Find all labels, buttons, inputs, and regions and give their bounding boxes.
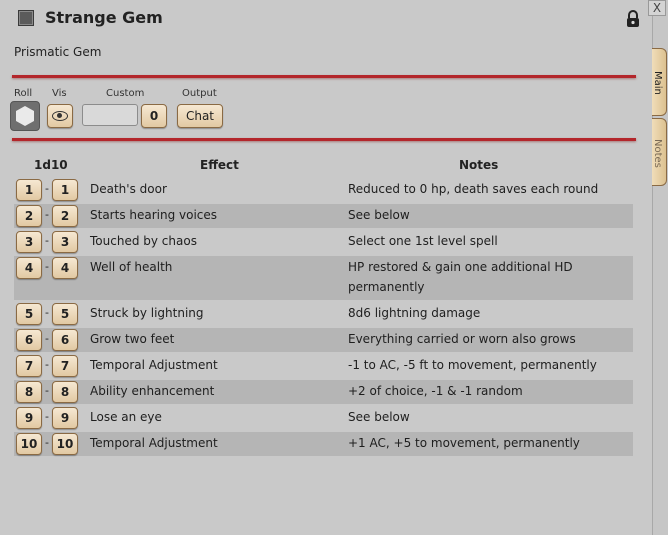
record-window: Strange Gem Prismatic Gem Roll Vis Custo… xyxy=(0,0,666,535)
roll-dice-button[interactable] xyxy=(10,101,40,131)
output-chat-button[interactable]: Chat xyxy=(177,104,223,128)
range-to-field[interactable]: 1 xyxy=(52,179,78,201)
notes-cell[interactable]: See below xyxy=(348,407,618,427)
notes-cell[interactable]: Select one 1st level spell xyxy=(348,231,618,251)
custom-label: Custom xyxy=(106,88,145,99)
table-row: 4-4 Well of health HP restored & gain one … xyxy=(14,256,633,300)
effect-cell[interactable]: Starts hearing voices xyxy=(90,208,217,222)
tab-notes-label: Notes xyxy=(652,139,663,168)
notes-cell[interactable]: -1 to AC, -5 ft to movement, permanently xyxy=(348,355,618,375)
dice-hexagon-icon xyxy=(16,106,34,126)
effect-cell[interactable]: Touched by chaos xyxy=(90,234,197,248)
divider-bottom xyxy=(12,138,636,141)
table-row: 6-6 Grow two feet Everything carried or wo… xyxy=(14,328,633,352)
notes-cell[interactable]: Everything carried or worn also grows xyxy=(348,329,618,349)
range-to-field[interactable]: 8 xyxy=(52,381,78,403)
notes-cell[interactable]: +1 AC, +5 to movement, permanently xyxy=(348,433,618,453)
range-from-field[interactable]: 10 xyxy=(16,433,42,455)
window-title: Strange Gem xyxy=(45,8,163,27)
tab-notes[interactable]: Notes xyxy=(652,118,667,186)
header-effect: Effect xyxy=(200,158,239,172)
range-from-field[interactable]: 9 xyxy=(16,407,42,429)
roll-label: Roll xyxy=(14,88,33,99)
notes-cell[interactable]: See below xyxy=(348,205,618,225)
range-from-field[interactable]: 7 xyxy=(16,355,42,377)
range-dash: - xyxy=(45,384,49,397)
table-row: 7-7 Temporal Adjustment -1 to AC, -5 ft to… xyxy=(14,354,633,378)
notes-cell[interactable]: +2 of choice, -1 & -1 random xyxy=(348,381,618,401)
range-dash: - xyxy=(45,260,49,273)
notes-cell[interactable]: 8d6 lightning damage xyxy=(348,303,618,323)
effect-cell[interactable]: Struck by lightning xyxy=(90,306,204,320)
range-to-field[interactable]: 9 xyxy=(52,407,78,429)
tab-main[interactable]: Main xyxy=(652,48,667,116)
notes-cell[interactable]: Reduced to 0 hp, death saves each round xyxy=(348,179,618,199)
range-dash: - xyxy=(45,436,49,449)
range-from-field[interactable]: 8 xyxy=(16,381,42,403)
record-name[interactable]: Prismatic Gem xyxy=(14,45,101,59)
range-from-field[interactable]: 4 xyxy=(16,257,42,279)
notes-cell[interactable]: HP restored & gain one additional HD per… xyxy=(348,257,618,297)
table-row: 9-9 Lose an eye See below xyxy=(14,406,633,430)
range-from-field[interactable]: 1 xyxy=(16,179,42,201)
effect-cell[interactable]: Temporal Adjustment xyxy=(90,358,218,372)
effect-cell[interactable]: Temporal Adjustment xyxy=(90,436,218,450)
range-dash: - xyxy=(45,208,49,221)
range-from-field[interactable]: 2 xyxy=(16,205,42,227)
effect-cell[interactable]: Grow two feet xyxy=(90,332,174,346)
range-dash: - xyxy=(45,410,49,423)
divider-top xyxy=(12,75,636,78)
window-menu-icon[interactable] xyxy=(18,10,34,26)
range-dash: - xyxy=(45,332,49,345)
custom-dice-field[interactable] xyxy=(82,104,138,126)
range-to-field[interactable]: 7 xyxy=(52,355,78,377)
table-row: 8-8 Ability enhancement +2 of choice, -1 &… xyxy=(14,380,633,404)
header-notes: Notes xyxy=(459,158,499,172)
range-to-field[interactable]: 6 xyxy=(52,329,78,351)
output-label: Output xyxy=(182,88,217,99)
vis-label: Vis xyxy=(52,88,67,99)
range-dash: - xyxy=(45,234,49,247)
effect-cell[interactable]: Ability enhancement xyxy=(90,384,214,398)
effect-cell[interactable]: Death's door xyxy=(90,182,167,196)
lock-icon[interactable] xyxy=(625,10,641,28)
tab-main-label: Main xyxy=(652,71,663,95)
custom-modifier-field[interactable]: 0 xyxy=(141,104,167,128)
table-row: 2-2 Starts hearing voices See below xyxy=(14,204,633,228)
range-dash: - xyxy=(45,182,49,195)
header-dice: 1d10 xyxy=(34,158,68,172)
range-to-field[interactable]: 5 xyxy=(52,303,78,325)
effect-cell[interactable]: Lose an eye xyxy=(90,410,162,424)
table-row: 3-3 Touched by chaos Select one 1st level … xyxy=(14,230,633,254)
range-from-field[interactable]: 5 xyxy=(16,303,42,325)
table-row: 5-5 Struck by lightning 8d6 lightning dama… xyxy=(14,302,633,326)
eye-icon xyxy=(52,111,68,121)
range-to-field[interactable]: 10 xyxy=(52,433,78,455)
range-to-field[interactable]: 3 xyxy=(52,231,78,253)
range-from-field[interactable]: 3 xyxy=(16,231,42,253)
range-from-field[interactable]: 6 xyxy=(16,329,42,351)
table-row: 10-10 Temporal Adjustment +1 AC, +5 to mov… xyxy=(14,432,633,456)
range-dash: - xyxy=(45,306,49,319)
effect-cell[interactable]: Well of health xyxy=(90,260,172,274)
range-to-field[interactable]: 4 xyxy=(52,257,78,279)
visibility-button[interactable] xyxy=(47,104,73,128)
range-dash: - xyxy=(45,358,49,371)
close-button[interactable]: X xyxy=(648,0,666,16)
range-to-field[interactable]: 2 xyxy=(52,205,78,227)
table-row: 1-1 Death's door Reduced to 0 hp, death sa… xyxy=(14,178,633,202)
